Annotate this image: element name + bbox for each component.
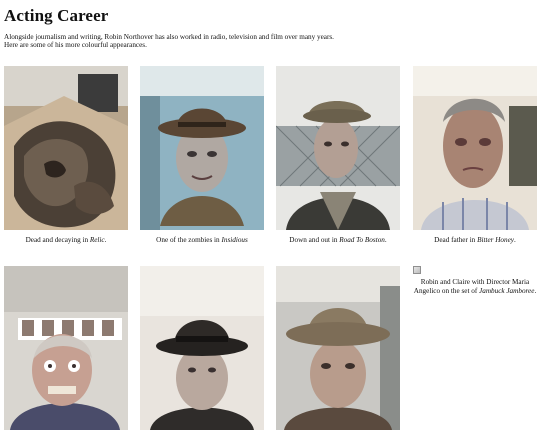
caption-film-title: Bitter Honey	[477, 236, 515, 244]
caption-film-title: Jambuck Jamboree	[479, 287, 535, 295]
intro-line-1: Alongside journalism and writing, Robin …	[4, 33, 334, 41]
photo-insidious[interactable]	[140, 66, 264, 230]
caption-punctuation: .	[384, 236, 387, 244]
caption-road-to-boston: Down and out in Road To Boston.	[270, 236, 406, 245]
intro-line-2: Here are some of his more colourful appe…	[4, 41, 147, 50]
photo-dressing-room[interactable]	[4, 266, 128, 430]
caption-film-title: Insidious	[221, 236, 248, 244]
photo-fedora[interactable]	[140, 266, 264, 430]
caption-jambuck-jamboree: Robin and Claire with Director Maria Ang…	[407, 278, 540, 296]
caption-insidious: One of the zombies in Insidious	[134, 236, 270, 245]
acting-career-page: Acting Career Alongside journalism and w…	[0, 0, 540, 430]
caption-text: One of the zombies in	[156, 236, 222, 244]
photo-bitter-honey[interactable]	[413, 66, 537, 230]
caption-text: Down and out in	[289, 236, 340, 244]
page-title: Acting Career	[4, 6, 109, 25]
photo-road-to-boston[interactable]	[276, 66, 400, 230]
photo-brimmed-hat[interactable]	[276, 266, 400, 430]
caption-text: Dead father in	[434, 236, 478, 244]
caption-punctuation: .	[104, 236, 107, 244]
caption-punctuation: .	[534, 287, 537, 295]
caption-text: Dead and decaying in	[25, 236, 90, 244]
broken-image-icon[interactable]	[413, 266, 421, 274]
intro-text: Alongside journalism and writing, Robin …	[4, 33, 344, 50]
caption-film-title: Road To Boston	[339, 236, 385, 244]
caption-relic: Dead and decaying in Relic.	[0, 236, 134, 245]
photo-relic[interactable]	[4, 66, 128, 230]
caption-bitter-honey: Dead father in Bitter Honey.	[407, 236, 540, 245]
caption-punctuation: .	[514, 236, 516, 244]
caption-film-title: Relic	[89, 236, 105, 244]
